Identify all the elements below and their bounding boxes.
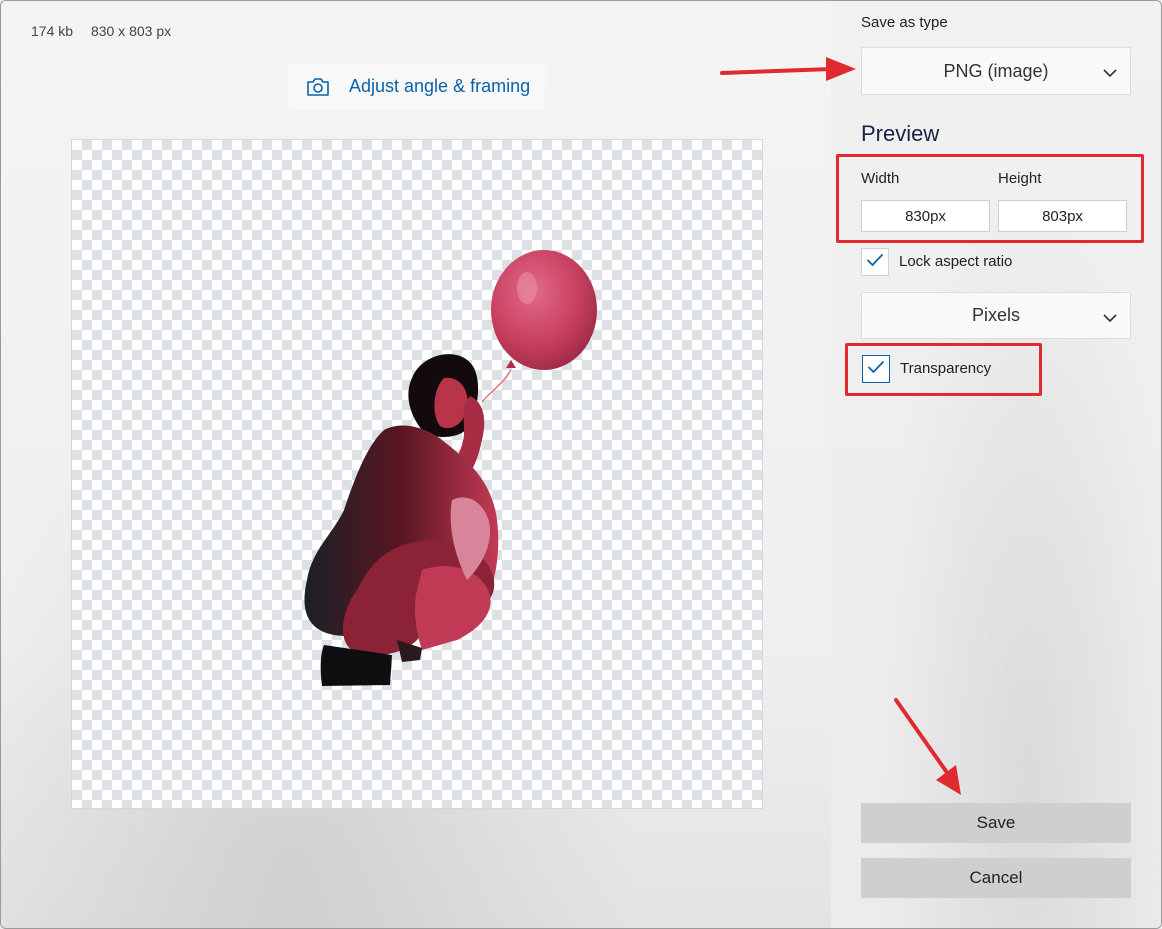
checkmark-icon <box>866 253 884 272</box>
save-button[interactable]: Save <box>861 803 1131 843</box>
chevron-down-icon <box>1102 309 1118 323</box>
camera-icon <box>306 77 330 97</box>
units-dropdown[interactable]: Pixels <box>861 292 1131 339</box>
adjust-angle-framing-label: Adjust angle & framing <box>349 76 531 96</box>
lock-aspect-ratio-label: Lock aspect ratio <box>899 253 1013 270</box>
transparency-checkbox[interactable] <box>862 355 890 383</box>
height-input[interactable] <box>998 200 1127 232</box>
file-type-value: PNG (image) <box>943 60 1049 81</box>
height-label: Height <box>998 170 1042 187</box>
units-value: Pixels <box>971 305 1020 325</box>
file-meta: 174 kb 830 x 803 px <box>31 23 171 39</box>
file-type-dropdown[interactable]: PNG (image) <box>861 47 1131 95</box>
checkmark-icon <box>867 360 885 379</box>
cancel-button[interactable]: Cancel <box>861 858 1131 898</box>
width-input[interactable] <box>861 200 990 232</box>
file-size: 174 kb <box>31 23 74 39</box>
transparency-label: Transparency <box>900 360 992 377</box>
preview-heading: Preview <box>861 121 940 146</box>
save-dialog-window: 174 kb 830 x 803 px Adjust angle & frami… <box>0 0 1162 929</box>
file-dimensions: 830 x 803 px <box>90 23 172 39</box>
width-label: Width <box>861 170 900 187</box>
cutout-image <box>304 250 597 686</box>
lock-aspect-ratio-checkbox[interactable] <box>861 248 889 276</box>
transparent-image-preview <box>71 139 763 809</box>
chevron-down-icon <box>1102 64 1118 78</box>
save-as-type-label: Save as type <box>861 14 948 31</box>
image-preview-pane: 174 kb 830 x 803 px Adjust angle & frami… <box>1 1 831 928</box>
adjust-angle-framing-button[interactable]: Adjust angle & framing <box>288 64 545 109</box>
